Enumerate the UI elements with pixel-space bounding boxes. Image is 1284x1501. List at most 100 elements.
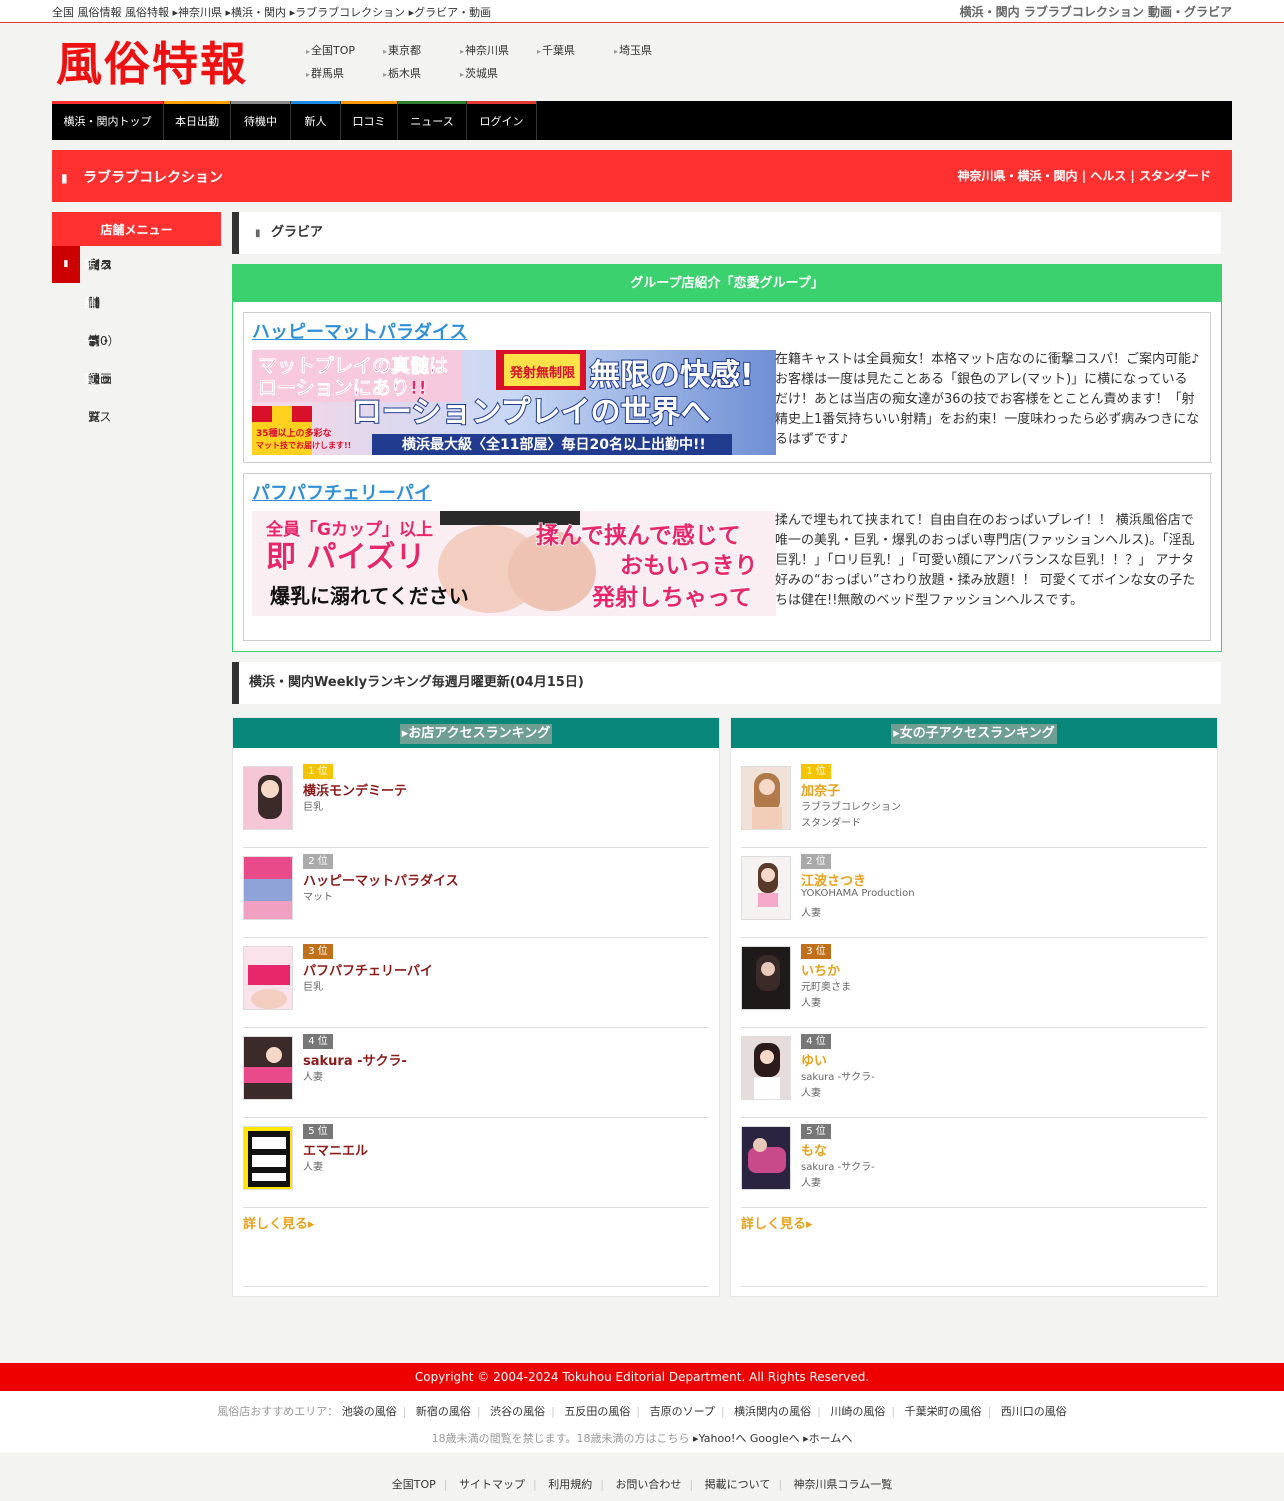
ranking-name[interactable]: 加奈子 xyxy=(801,780,840,799)
area-link-shinjuku[interactable]: 新宿の風俗 xyxy=(416,1405,471,1418)
breadcrumb-shop[interactable]: ▸ラブラブコレクション xyxy=(290,6,406,19)
svg-text:爆乳に溺れてください: 爆乳に溺れてください xyxy=(270,584,469,608)
rank-badge: 5 位 xyxy=(303,1124,333,1139)
banner-image: 全員「Gカップ」以上 即 パイズリ 爆乳に溺れてください 揉んで挟んで感じて お… xyxy=(252,511,776,616)
ranking-thumb[interactable] xyxy=(243,1126,293,1190)
pref-link-tokyo[interactable]: 東京都 xyxy=(383,42,460,58)
pref-link-saitama[interactable]: 埼玉県 xyxy=(614,42,691,58)
footer-link-column[interactable]: 神奈川県コラム一覧 xyxy=(794,1478,893,1491)
pref-link-all[interactable]: 全国TOP xyxy=(306,42,383,58)
area-link-ikebukuro[interactable]: 池袋の風俗 xyxy=(342,1405,397,1418)
google-link[interactable]: Googleへ xyxy=(750,1432,800,1445)
breadcrumb: 全国 風俗情報 風俗特報 ▸神奈川県 ▸横浜・関内 ▸ラブラブコレクション ▸グ… xyxy=(52,4,494,20)
pref-link-tochigi[interactable]: 栃木県 xyxy=(383,65,460,81)
svg-text:マット技でお届けします!!: マット技でお届けします!! xyxy=(256,440,351,450)
ranking-thumb[interactable] xyxy=(243,766,293,830)
group-shop-link[interactable]: パフパフチェリーパイ xyxy=(252,479,432,505)
area-link-yoshiwara[interactable]: 吉原のソープ xyxy=(650,1405,715,1418)
group-shop-desc: 在籍キャストは全員痴女！本格マット店なのに衝撃コスパ！ご案内可能♪お客様は一度は… xyxy=(775,352,1200,447)
rank-badge: 4 位 xyxy=(303,1034,333,1049)
shop-ranking-more-link[interactable]: 詳しく見る▸ xyxy=(243,1213,315,1232)
area-link-gotanda[interactable]: 五反田の風俗 xyxy=(564,1405,630,1418)
footer-link-listing[interactable]: 掲載について xyxy=(705,1478,771,1491)
banner-image: マットプレイの真髄は ローションにあり!! 発射無制限 無限の快感! ローション… xyxy=(252,350,776,455)
ranking-thumb[interactable] xyxy=(741,766,791,830)
ranking-thumb[interactable] xyxy=(243,946,293,1010)
ranking-row: 5 位 もな sakura -サクラ- 人妻 xyxy=(741,1118,1207,1208)
footer-link-terms[interactable]: 利用規約 xyxy=(548,1478,592,1491)
svg-text:ローションプレイの世界へ: ローションプレイの世界へ xyxy=(352,395,711,430)
nav-today[interactable]: 本日出勤 xyxy=(164,101,231,140)
ranking-name[interactable]: sakura -サクラ- xyxy=(303,1050,407,1069)
prefecture-links: 全国TOP 東京都 神奈川県 千葉県 埼玉県 群馬県 栃木県 茨城県 xyxy=(306,42,706,81)
breadcrumb-home[interactable]: 全国 風俗情報 風俗特報 xyxy=(52,6,169,19)
svg-text:無限の快感!: 無限の快感! xyxy=(590,358,754,393)
ranking-thumb[interactable] xyxy=(243,856,293,920)
ranking-name[interactable]: いちか xyxy=(801,960,840,979)
footer-link-sitemap[interactable]: サイトマップ xyxy=(459,1478,525,1491)
group-shop-desc: 揉んで埋もれて挟まれて！自由自在のおっぱいプレイ！！ 横浜風俗店で唯一の美乳・巨… xyxy=(775,513,1196,608)
ranking-thumb[interactable] xyxy=(741,1126,791,1190)
pref-link-kanagawa[interactable]: 神奈川県 xyxy=(460,42,537,58)
area-link-nishikawaguchi[interactable]: 西川口の風俗 xyxy=(1001,1405,1067,1418)
ranking-name[interactable]: ゆい xyxy=(801,1050,827,1069)
ranking-genre: 人妻 xyxy=(801,998,821,1009)
svg-text:マットプレイの真髄は: マットプレイの真髄は xyxy=(258,354,448,377)
girl-ranking-more-link[interactable]: 詳しく見る▸ xyxy=(741,1213,813,1232)
ranking-genre: スタンダード xyxy=(801,818,861,829)
nav-area-top[interactable]: 横浜・関内トップ xyxy=(52,101,164,140)
ranking-row: 4 位 sakura -サクラ- 人妻 xyxy=(243,1028,709,1118)
ranking-shop: sakura -サクラ- xyxy=(801,1162,875,1173)
ranking-genre: 巨乳 xyxy=(303,802,323,813)
pref-link-ibaraki[interactable]: 茨城県 xyxy=(460,65,537,81)
ranking-thumb[interactable] xyxy=(741,856,791,920)
ranking-row: 2 位 江波さつき YOKOHAMA Production 人妻 xyxy=(741,848,1207,938)
site-logo[interactable]: 風俗特報 xyxy=(56,36,248,92)
ranking-thumb[interactable] xyxy=(741,946,791,1010)
group-shop-banner[interactable]: 全員「Gカップ」以上 即 パイズリ 爆乳に溺れてください 揉んで挟んで感じて お… xyxy=(252,511,776,616)
breadcrumb-current: ▸グラビア・動画 xyxy=(408,6,492,19)
nav-login[interactable]: ログイン xyxy=(467,101,537,140)
divider xyxy=(741,1286,1207,1287)
global-nav: 横浜・関内トップ 本日出勤 待機中 新人 口コミ ニュース ログイン xyxy=(52,101,1232,140)
area-link-kawasaki[interactable]: 川崎の風俗 xyxy=(830,1405,885,1418)
top-bar: 全国 風俗情報 風俗特報 ▸神奈川県 ▸横浜・関内 ▸ラブラブコレクション ▸グ… xyxy=(0,0,1284,23)
pref-link-chiba[interactable]: 千葉県 xyxy=(537,42,614,58)
group-shop-card: ハッピーマットパラダイス マットプレイの真髄は ローションにあり!! 発射無制限 xyxy=(243,312,1211,463)
group-shop-banner[interactable]: マットプレイの真髄は ローションにあり!! 発射無制限 無限の快感! ローション… xyxy=(252,350,776,455)
rank-badge: 1 位 xyxy=(303,764,333,779)
home-link[interactable]: ▸ホームへ xyxy=(803,1432,852,1445)
nav-news[interactable]: ニュース xyxy=(398,101,467,140)
footer-link-top[interactable]: 全国TOP xyxy=(392,1478,436,1491)
yahoo-link[interactable]: ▸Yahoo!へ xyxy=(693,1432,746,1445)
ranking-thumb[interactable] xyxy=(243,1036,293,1100)
area-link-yokohama[interactable]: 横浜関内の風俗 xyxy=(734,1405,811,1418)
page-heading: 横浜・関内 ラブラブコレクション 動画・グラビア xyxy=(959,5,1232,19)
shop-ranking-title: ▸お店アクセスランキング xyxy=(399,724,553,744)
breadcrumb-area[interactable]: ▸横浜・関内 xyxy=(226,6,287,19)
area-link-shibuya[interactable]: 渋谷の風俗 xyxy=(490,1405,545,1418)
nav-reviews[interactable]: 口コミ xyxy=(341,101,398,140)
ranking-name[interactable]: 横浜モンデミーテ xyxy=(303,780,407,799)
ranking-row: 3 位 いちか 元町奥さま 人妻 xyxy=(741,938,1207,1028)
nav-waiting[interactable]: 待機中 xyxy=(231,101,291,140)
ranking-genre: マット xyxy=(303,892,333,903)
footer-link-contact[interactable]: お問い合わせ xyxy=(615,1478,681,1491)
pref-link-gunma[interactable]: 群馬県 xyxy=(306,65,383,81)
group-shop-link[interactable]: ハッピーマットパラダイス xyxy=(252,318,467,344)
ranking-row: 2 位 ハッピーマットパラダイス マット xyxy=(243,848,709,938)
ranking-thumb[interactable] xyxy=(741,1036,791,1100)
ranking-genre: 人妻 xyxy=(801,908,821,919)
ranking-name[interactable]: パフパフチェリーパイ xyxy=(303,960,433,979)
ranking-name[interactable]: エマニエル xyxy=(303,1140,368,1159)
ranking-name[interactable]: 江波さつき xyxy=(801,870,866,889)
ranking-name[interactable]: ハッピーマットパラダイス xyxy=(303,870,459,889)
recommended-areas: 風俗店おすすめエリア： 池袋の風俗 | 新宿の風俗 | 渋谷の風俗 | 五反田の風俗 |… xyxy=(217,1405,1067,1418)
breadcrumb-prefecture[interactable]: ▸神奈川県 xyxy=(173,6,223,19)
ranking-name[interactable]: もな xyxy=(801,1140,827,1159)
ranking-shop: YOKOHAMA Production xyxy=(801,888,915,899)
rank-badge: 2 位 xyxy=(303,854,333,869)
nav-newface[interactable]: 新人 xyxy=(291,101,341,140)
shop-menu: 店舗メニュー ▮店舗ホーム ▮割引情報 ▮女の子一覧 ▮出勤情報 ▮イベント・ニ… xyxy=(52,212,221,424)
area-link-chiba[interactable]: 千葉栄町の風俗 xyxy=(905,1405,982,1418)
